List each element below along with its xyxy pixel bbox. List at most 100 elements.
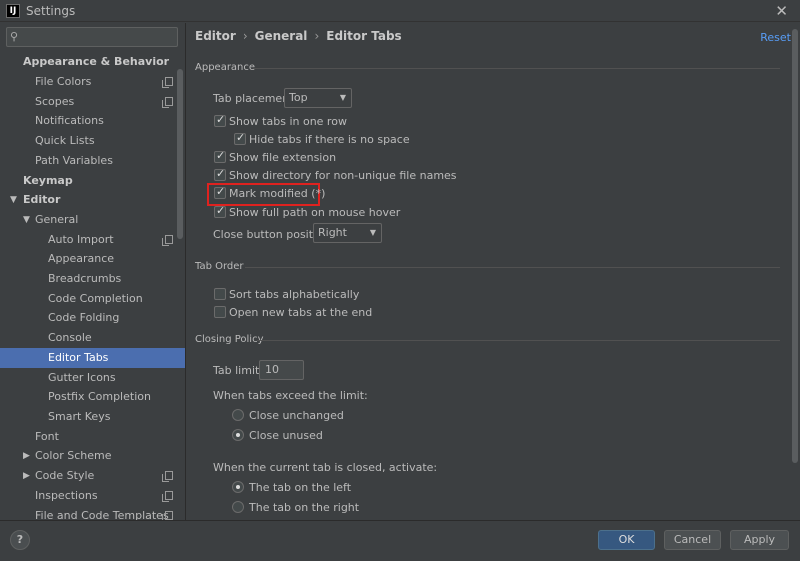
project-scope-icon bbox=[162, 235, 173, 246]
show-directory-label[interactable]: Show directory for non-unique file names bbox=[229, 169, 457, 182]
apply-button[interactable]: Apply bbox=[730, 530, 789, 550]
show-full-path-label[interactable]: Show full path on mouse hover bbox=[229, 206, 400, 219]
breadcrumb-separator-icon: › bbox=[242, 29, 248, 43]
project-scope-icon bbox=[162, 97, 173, 108]
sidebar-item-notifications[interactable]: Notifications bbox=[0, 111, 185, 131]
section-divider bbox=[245, 267, 780, 268]
show-tabs-one-row-checkbox[interactable] bbox=[214, 113, 226, 127]
mark-modified-label[interactable]: Mark modified (*) bbox=[229, 187, 325, 200]
sidebar-item-inspections[interactable]: Inspections bbox=[0, 486, 185, 506]
hide-tabs-checkbox[interactable] bbox=[234, 131, 246, 145]
chevron-down-icon: ▼ bbox=[339, 93, 346, 102]
title-bar: IJ Settings ✕ bbox=[0, 0, 800, 22]
sidebar-item-editor-tabs[interactable]: Editor Tabs bbox=[0, 348, 185, 368]
project-scope-icon bbox=[162, 491, 173, 502]
editor-tabs-panel: Editor › General › Editor Tabs Reset Appeara… bbox=[187, 23, 800, 520]
chevron-right-icon[interactable]: ▶ bbox=[23, 446, 30, 466]
tab-placement-dropdown[interactable]: Top ▼ bbox=[284, 88, 352, 108]
cancel-button[interactable]: Cancel bbox=[664, 530, 721, 550]
tab-right-radio[interactable] bbox=[232, 501, 244, 513]
tab-placement-value: Top bbox=[289, 91, 308, 104]
search-icon: ⚲ bbox=[10, 30, 19, 43]
sidebar-scrollbar[interactable] bbox=[177, 69, 183, 239]
show-file-extension-checkbox[interactable] bbox=[214, 149, 226, 163]
sidebar-item-font[interactable]: Font bbox=[0, 427, 185, 447]
sidebar-item-label: Inspections bbox=[35, 489, 98, 502]
project-scope-icon bbox=[162, 471, 173, 482]
show-directory-checkbox[interactable] bbox=[214, 167, 226, 181]
panel-scrollbar[interactable] bbox=[792, 29, 798, 463]
close-unchanged-radio[interactable] bbox=[232, 409, 244, 421]
sidebar-item-code-style[interactable]: ▶ Code Style bbox=[0, 466, 185, 486]
sidebar-item-quick-lists[interactable]: Quick Lists bbox=[0, 131, 185, 151]
tab-limit-label: Tab limit: bbox=[213, 364, 264, 377]
close-unused-radio[interactable] bbox=[232, 429, 244, 441]
close-unused-label[interactable]: Close unused bbox=[249, 429, 323, 442]
tab-limit-input[interactable]: 10 bbox=[259, 360, 304, 380]
project-scope-icon bbox=[162, 511, 173, 520]
show-full-path-checkbox[interactable] bbox=[214, 204, 226, 218]
show-file-extension-label[interactable]: Show file extension bbox=[229, 151, 336, 164]
dialog-button-bar: ? OK Cancel Apply bbox=[0, 520, 800, 561]
sidebar-item-label: Color Scheme bbox=[35, 449, 112, 462]
project-scope-icon bbox=[162, 77, 173, 88]
mark-modified-checkbox[interactable] bbox=[214, 185, 226, 199]
intellij-icon: IJ bbox=[6, 4, 20, 18]
sidebar-item-code-completion[interactable]: Code Completion bbox=[0, 289, 185, 309]
tab-right-label[interactable]: The tab on the right bbox=[249, 501, 359, 514]
section-divider bbox=[257, 340, 780, 341]
sidebar-item-file-colors[interactable]: File Colors bbox=[0, 72, 185, 92]
hide-tabs-label[interactable]: Hide tabs if there is no space bbox=[249, 133, 410, 146]
sidebar-item-editor[interactable]: ▼ Editor bbox=[0, 190, 185, 210]
chevron-right-icon[interactable]: ▶ bbox=[23, 466, 30, 486]
sidebar-item-scopes[interactable]: Scopes bbox=[0, 92, 185, 112]
chevron-down-icon[interactable]: ▼ bbox=[23, 210, 30, 230]
sort-alpha-label[interactable]: Sort tabs alphabetically bbox=[229, 288, 359, 301]
sidebar-item-color-scheme[interactable]: ▶ Color Scheme bbox=[0, 446, 185, 466]
sidebar-item-label: File and Code Templates bbox=[35, 509, 169, 520]
sidebar-item-breadcrumbs[interactable]: Breadcrumbs bbox=[0, 269, 185, 289]
breadcrumb: Editor › General › Editor Tabs bbox=[195, 29, 402, 43]
section-tab-order-title: Tab Order bbox=[195, 261, 244, 272]
sidebar-item-smart-keys[interactable]: Smart Keys bbox=[0, 407, 185, 427]
sidebar-item-label: Auto Import bbox=[48, 233, 114, 246]
sidebar-item-auto-import[interactable]: Auto Import bbox=[0, 230, 185, 250]
close-icon[interactable]: ✕ bbox=[775, 2, 788, 20]
sidebar-item-appearance[interactable]: Appearance bbox=[0, 249, 185, 269]
sidebar-item-label: Code Style bbox=[35, 469, 95, 482]
close-button-position-value: Right bbox=[318, 226, 347, 239]
search-input[interactable]: ⚲ bbox=[6, 27, 178, 47]
sidebar-item-general[interactable]: ▼ General bbox=[0, 210, 185, 230]
close-button-position-dropdown[interactable]: Right ▼ bbox=[313, 223, 382, 243]
sidebar-item-gutter-icons[interactable]: Gutter Icons bbox=[0, 368, 185, 388]
chevron-down-icon[interactable]: ▼ bbox=[10, 190, 17, 210]
close-unchanged-label[interactable]: Close unchanged bbox=[249, 409, 344, 422]
tab-left-label[interactable]: The tab on the left bbox=[249, 481, 351, 494]
sidebar-item-keymap[interactable]: Keymap bbox=[0, 171, 185, 191]
ok-button[interactable]: OK bbox=[598, 530, 655, 550]
show-tabs-one-row-label[interactable]: Show tabs in one row bbox=[229, 115, 347, 128]
breadcrumb-separator-icon: › bbox=[314, 29, 320, 43]
tab-closed-label: When the current tab is closed, activate… bbox=[213, 461, 438, 474]
sidebar-item-file-code-templates[interactable]: File and Code Templates bbox=[0, 506, 185, 520]
sidebar-item-console[interactable]: Console bbox=[0, 328, 185, 348]
sidebar-item-appearance-behavior[interactable]: Appearance & Behavior bbox=[0, 52, 185, 72]
chevron-down-icon: ▼ bbox=[369, 228, 376, 237]
sidebar-item-label: Scopes bbox=[35, 95, 75, 108]
reset-link[interactable]: Reset bbox=[760, 31, 791, 44]
open-at-end-checkbox[interactable] bbox=[214, 306, 226, 318]
window-title: Settings bbox=[26, 4, 76, 18]
section-closing-policy-title: Closing Policy bbox=[195, 334, 264, 345]
sidebar-item-code-folding[interactable]: Code Folding bbox=[0, 308, 185, 328]
sort-alpha-checkbox[interactable] bbox=[214, 288, 226, 300]
open-at-end-label[interactable]: Open new tabs at the end bbox=[229, 306, 372, 319]
section-divider bbox=[253, 68, 780, 69]
section-appearance-title: Appearance bbox=[195, 62, 256, 73]
settings-sidebar: ⚲ Appearance & Behavior File Colors Scop… bbox=[0, 23, 186, 520]
sidebar-item-postfix-completion[interactable]: Postfix Completion bbox=[0, 387, 185, 407]
help-button[interactable]: ? bbox=[10, 530, 30, 550]
sidebar-item-path-variables[interactable]: Path Variables bbox=[0, 151, 185, 171]
sidebar-item-label: File Colors bbox=[35, 75, 92, 88]
breadcrumb-general: General bbox=[254, 29, 308, 43]
tab-left-radio[interactable] bbox=[232, 481, 244, 493]
